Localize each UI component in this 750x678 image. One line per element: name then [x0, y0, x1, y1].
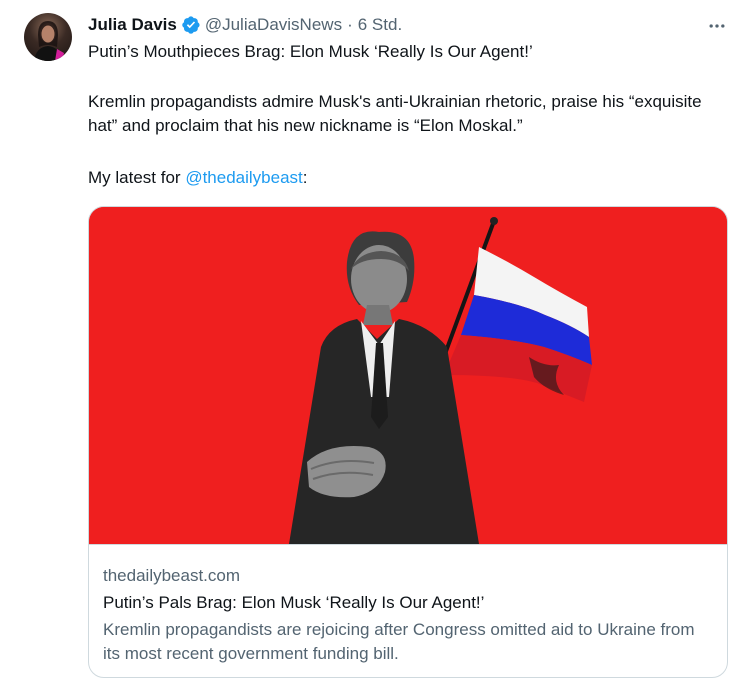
- tweet-header: Julia Davis @JuliaDavisNews · 6 Std.: [88, 14, 402, 36]
- card-image[interactable]: [89, 207, 727, 545]
- avatar[interactable]: [24, 13, 72, 61]
- more-horizontal-icon: [709, 24, 725, 28]
- tweet-headline: Putin’s Mouthpieces Brag: Elon Musk ‘Rea…: [88, 42, 533, 61]
- link-card[interactable]: thedailybeast.com Putin’s Pals Brag: Elo…: [88, 206, 728, 678]
- card-domain: thedailybeast.com: [103, 566, 241, 585]
- card-body: thedailybeast.com Putin’s Pals Brag: Elo…: [89, 545, 727, 666]
- latest-suffix: :: [302, 168, 308, 187]
- tweet-body: Kremlin propagandists admire Musk's anti…: [88, 92, 702, 135]
- timestamp[interactable]: 6 Std.: [358, 15, 402, 35]
- tweet[interactable]: Julia Davis @JuliaDavisNews · 6 Std. Put…: [0, 0, 750, 678]
- verified-badge-icon: [181, 15, 201, 35]
- card-description: Kremlin propagandists are rejoicing afte…: [103, 620, 695, 663]
- author-name[interactable]: Julia Davis: [88, 15, 177, 35]
- more-options-button[interactable]: [700, 14, 734, 38]
- separator-dot: ·: [347, 15, 353, 34]
- card-title: Putin’s Pals Brag: Elon Musk ‘Really Is …: [103, 593, 485, 612]
- tweet-latest-line: My latest for @thedailybeast:: [88, 166, 728, 190]
- author-handle[interactable]: @JuliaDavisNews: [205, 15, 342, 35]
- mention-link[interactable]: @thedailybeast: [185, 168, 302, 187]
- latest-prefix: My latest for: [88, 168, 186, 187]
